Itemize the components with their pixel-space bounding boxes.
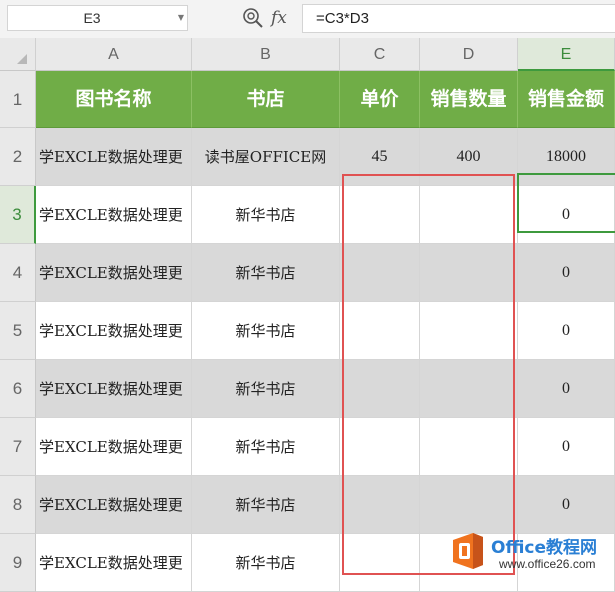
- row-header-8[interactable]: 8: [0, 476, 36, 534]
- active-cell-border: [517, 173, 615, 233]
- header-cell-store[interactable]: 书店: [192, 71, 340, 128]
- cell-book-name[interactable]: 学EXCLE数据处理更: [36, 360, 192, 418]
- row-header-7[interactable]: 7: [0, 418, 36, 476]
- cell-book-name[interactable]: 学EXCLE数据处理更: [36, 418, 192, 476]
- name-box[interactable]: E3 ▼: [7, 5, 188, 31]
- cell-amount[interactable]: 0: [518, 360, 615, 418]
- zoom-icon[interactable]: [241, 6, 265, 30]
- row-header-3[interactable]: 3: [0, 186, 36, 244]
- column-header-c[interactable]: C: [340, 38, 420, 71]
- row-header-4[interactable]: 4: [0, 244, 36, 302]
- row-header-2[interactable]: 2: [0, 128, 36, 186]
- cell-store[interactable]: 新华书店: [192, 534, 340, 592]
- watermark-title: Office教程网: [491, 538, 598, 558]
- cell-store[interactable]: 新华书店: [192, 302, 340, 360]
- fx-icon[interactable]: fx: [271, 4, 297, 32]
- office-logo-icon: [453, 533, 483, 569]
- cell-book-name[interactable]: 学EXCLE数据处理更: [36, 302, 192, 360]
- formula-input[interactable]: =C3*D3: [302, 4, 615, 33]
- cell-store[interactable]: 新华书店: [192, 244, 340, 302]
- header-cell-price[interactable]: 单价: [340, 71, 420, 128]
- row-header-6[interactable]: 6: [0, 360, 36, 418]
- cell-store[interactable]: 新华书店: [192, 360, 340, 418]
- formula-text: =C3*D3: [316, 10, 369, 27]
- name-box-value: E3: [83, 10, 101, 26]
- cell-book-name[interactable]: 学EXCLE数据处理更: [36, 244, 192, 302]
- cell-store[interactable]: 读书屋OFFICE网: [192, 128, 340, 186]
- header-cell-qty[interactable]: 销售数量: [420, 71, 518, 128]
- header-cell-amount[interactable]: 销售金额: [518, 71, 615, 128]
- cell-book-name[interactable]: 学EXCLE数据处理更: [36, 186, 192, 244]
- cell-amount[interactable]: 0: [518, 302, 615, 360]
- cell-store[interactable]: 新华书店: [192, 418, 340, 476]
- cell-store[interactable]: 新华书店: [192, 476, 340, 534]
- cell-book-name[interactable]: 学EXCLE数据处理更: [36, 128, 192, 186]
- watermark-url: www.office26.com: [499, 557, 596, 571]
- cell-book-name[interactable]: 学EXCLE数据处理更: [36, 476, 192, 534]
- cell-amount[interactable]: 0: [518, 418, 615, 476]
- watermark: Office教程网 www.office26.com: [449, 529, 613, 577]
- header-cell-book-name[interactable]: 图书名称: [36, 71, 192, 128]
- chevron-down-icon[interactable]: ▼: [178, 6, 184, 30]
- formula-bar: E3 ▼ fx =C3*D3: [0, 0, 615, 38]
- column-header-d[interactable]: D: [420, 38, 518, 71]
- column-header-b[interactable]: B: [192, 38, 340, 71]
- column-header-e[interactable]: E: [518, 38, 615, 71]
- row-header-1[interactable]: 1: [0, 71, 36, 128]
- cell-store[interactable]: 新华书店: [192, 186, 340, 244]
- cell-book-name[interactable]: 学EXCLE数据处理更: [36, 534, 192, 592]
- cell-amount[interactable]: 0: [518, 244, 615, 302]
- column-header-a[interactable]: A: [36, 38, 192, 71]
- row-header-9[interactable]: 9: [0, 534, 36, 592]
- select-all-corner[interactable]: [0, 38, 36, 71]
- select-all-triangle-icon: [17, 54, 27, 64]
- cell-amount[interactable]: 0: [518, 476, 615, 534]
- row-header-5[interactable]: 5: [0, 302, 36, 360]
- highlight-range-box: [342, 174, 515, 575]
